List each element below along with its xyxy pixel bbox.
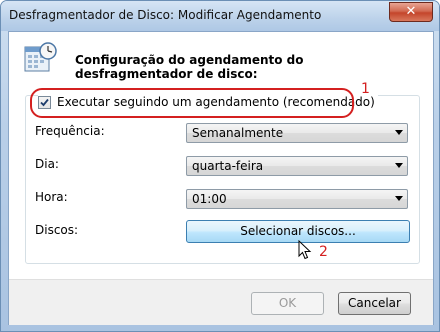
frequency-select[interactable]: Semanalmente bbox=[186, 123, 408, 143]
annotation-marker-1: 1 bbox=[361, 81, 370, 97]
window-title: Desfragmentador de Disco: Modificar Agen… bbox=[9, 8, 322, 22]
close-button[interactable]: ✕ bbox=[389, 2, 433, 22]
day-select[interactable]: quarta-feira bbox=[186, 156, 408, 176]
time-select[interactable]: 01:00 bbox=[186, 189, 408, 209]
chevron-down-icon bbox=[395, 163, 403, 168]
disks-label: Discos: bbox=[35, 223, 79, 237]
chevron-down-icon bbox=[395, 130, 403, 135]
frequency-label: Frequência: bbox=[35, 124, 105, 138]
mouse-cursor-icon bbox=[298, 240, 312, 260]
dialog-footer: OK Cancelar bbox=[9, 279, 433, 325]
close-icon: ✕ bbox=[405, 4, 417, 19]
dialog-window: Desfragmentador de Disco: Modificar Agen… bbox=[0, 0, 440, 332]
day-value: quarta-feira bbox=[192, 159, 264, 173]
ok-button[interactable]: OK bbox=[251, 292, 324, 315]
frequency-value: Semanalmente bbox=[192, 126, 284, 140]
title-bar[interactable]: Desfragmentador de Disco: Modificar Agen… bbox=[1, 1, 439, 31]
calendar-icon bbox=[24, 42, 57, 72]
annotation-highlight-ring bbox=[30, 88, 354, 118]
cancel-button[interactable]: Cancelar bbox=[338, 292, 411, 315]
dialog-content: Configuração do agendamento do desfragme… bbox=[8, 31, 434, 325]
annotation-marker-2: 2 bbox=[319, 244, 328, 260]
day-label: Dia: bbox=[35, 157, 59, 171]
header-text: Configuração do agendamento do desfragme… bbox=[75, 53, 304, 81]
time-value: 01:00 bbox=[192, 192, 227, 206]
chevron-down-icon bbox=[395, 196, 403, 201]
time-label: Hora: bbox=[35, 190, 68, 204]
